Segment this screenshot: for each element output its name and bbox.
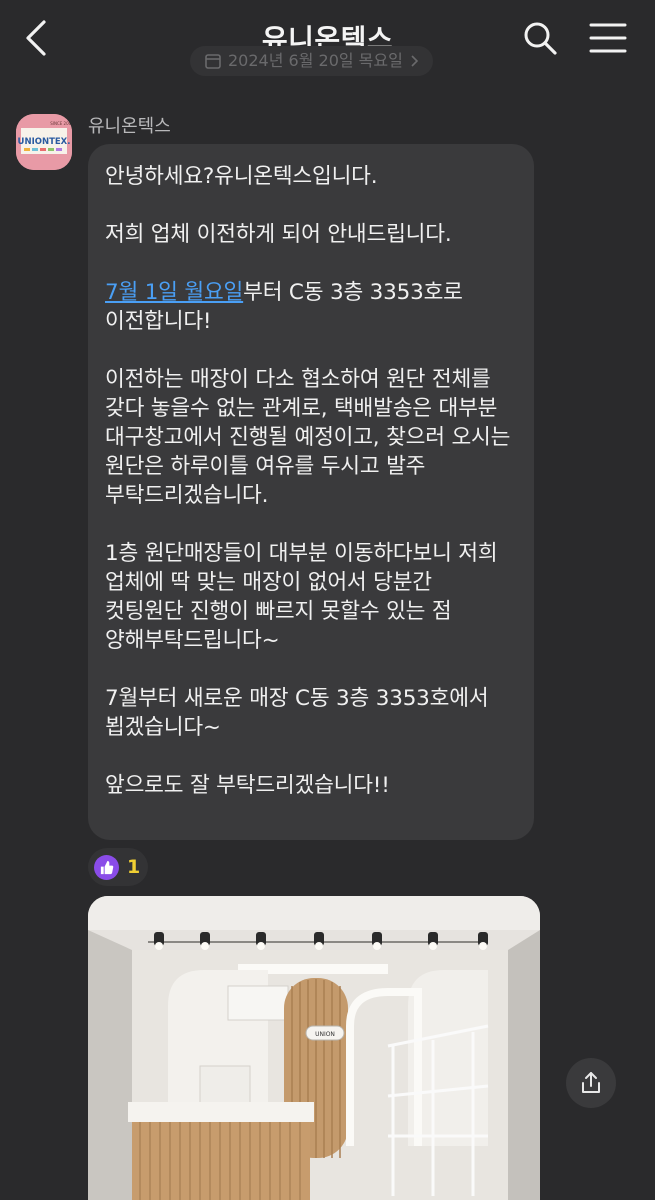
menu-button[interactable]	[588, 20, 628, 56]
top-bar: 유니온텍스 2024년 6월 20일 목요일	[0, 0, 655, 80]
svg-text:SINCE 2004: SINCE 2004	[50, 121, 72, 126]
share-button[interactable]	[566, 1058, 616, 1108]
store-interior-image: UNION	[88, 896, 540, 1200]
svg-text:UNION: UNION	[315, 1031, 335, 1038]
calendar-icon	[205, 54, 221, 69]
date-link[interactable]: 7월 1일 월요일	[105, 280, 243, 305]
share-icon	[582, 1072, 600, 1093]
message-paragraph: 안녕하세요?유니온텍스입니다.	[105, 164, 378, 189]
search-button[interactable]	[520, 18, 560, 58]
message-paragraph: 7월 1일 월요일부터 C동 3층 3353호로 이전합니다!	[105, 278, 514, 336]
message-paragraph: 앞으로도 잘 부탁드리겠습니다!!	[105, 773, 390, 798]
date-divider-text: 2024년 6월 20일 목요일	[228, 51, 403, 70]
avatar[interactable]: UNIONTEX. SINCE 2004	[16, 114, 72, 170]
chevron-right-icon	[411, 55, 418, 67]
search-icon	[524, 22, 557, 55]
reaction-count: 1	[127, 856, 141, 878]
store-photo[interactable]: UNION	[88, 896, 540, 1200]
svg-text:UNIONTEX.: UNIONTEX.	[18, 137, 71, 147]
hamburger-menu-icon	[589, 23, 627, 53]
thumbs-up-icon	[94, 854, 119, 880]
uniontex-logo: UNIONTEX. SINCE 2004	[16, 114, 72, 170]
date-divider[interactable]: 2024년 6월 20일 목요일	[190, 46, 433, 76]
message-paragraph: 7월부터 새로운 매장 C동 3층 3353호에서 뵙겠습니다~	[105, 686, 489, 740]
message-paragraph: 저희 업체 이전하게 되어 안내드립니다.	[105, 222, 452, 247]
message-paragraph: 이전하는 매장이 다소 협소하여 원단 전체를 갖다 놓을수 없는 관계로, 택…	[105, 367, 511, 508]
reaction-badge[interactable]: 1	[88, 848, 148, 886]
message-bubble[interactable]: 안녕하세요?유니온텍스입니다. 저희 업체 이전하게 되어 안내드립니다. 7월…	[88, 144, 534, 840]
sender-name: 유니온텍스	[88, 116, 171, 137]
message-paragraph: 1층 원단매장들이 대부분 이동하다보니 저희 업체에 딱 맞는 매장이 없어서…	[105, 541, 498, 653]
